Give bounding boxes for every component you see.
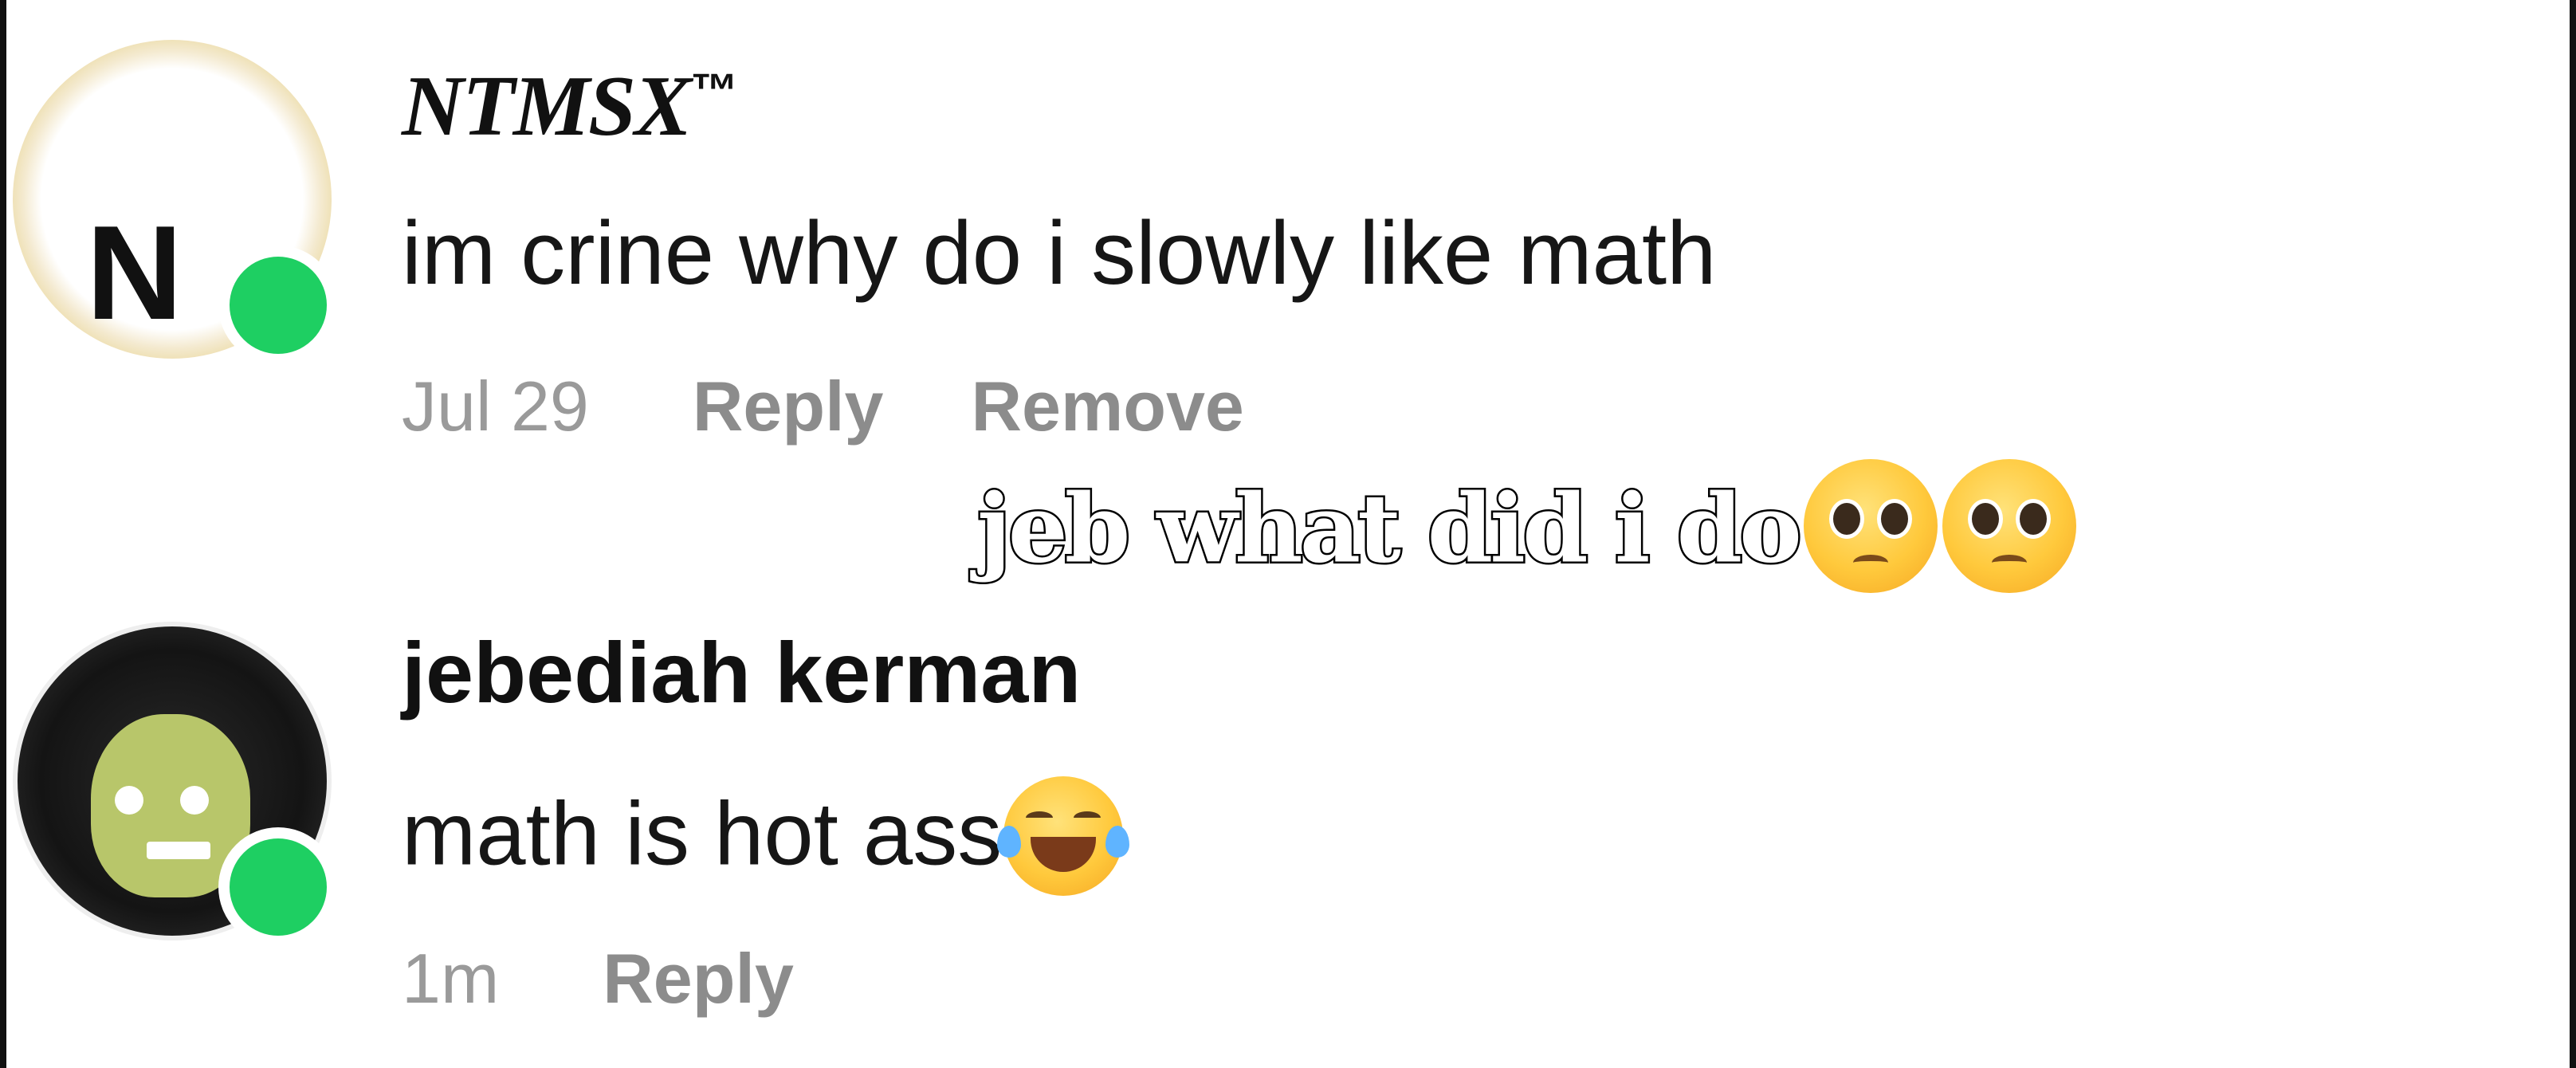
remove-button[interactable]: Remove [971,366,1243,447]
avatar[interactable] [13,622,340,948]
username-text: NTMSX [402,59,692,154]
comment-text: math is hot ass [402,776,1130,901]
pleading-face-icon [1803,459,1938,593]
online-status-dot [218,827,338,947]
comment-time: 1m [402,939,500,1018]
trademark-mark: ™ [690,64,739,117]
reply-button[interactable]: Reply [603,938,794,1019]
caption-text: jeb what did i do [976,473,1804,584]
comment-meta: 1m Reply [402,939,882,1019]
pleading-face-icon [1942,459,2076,593]
comment-username[interactable]: NTMSX™ [402,64,738,150]
comment-text: im crine why do i slowly like math [402,203,1717,303]
face-with-tears-of-joy-icon [997,776,1130,896]
comment-item: N NTMSX™ im crine why do i slowly like m… [0,32,2576,462]
avatar[interactable]: N [13,40,340,367]
avatar-letter: N [86,198,183,347]
comment-text-content: math is hot ass [402,783,1003,884]
comment-item: jebediah kerman math is hot ass 1m Reply [0,614,2576,1044]
reply-button[interactable]: Reply [693,366,884,447]
overlay-caption: jeb what did i do [976,459,2076,604]
comment-thread: N NTMSX™ im crine why do i slowly like m… [0,0,2576,1068]
comment-meta: Jul 29 Reply Remove [402,367,1332,446]
comment-time: Jul 29 [402,367,589,446]
comment-username[interactable]: jebediah kerman [402,630,1081,716]
online-status-dot [218,245,338,365]
